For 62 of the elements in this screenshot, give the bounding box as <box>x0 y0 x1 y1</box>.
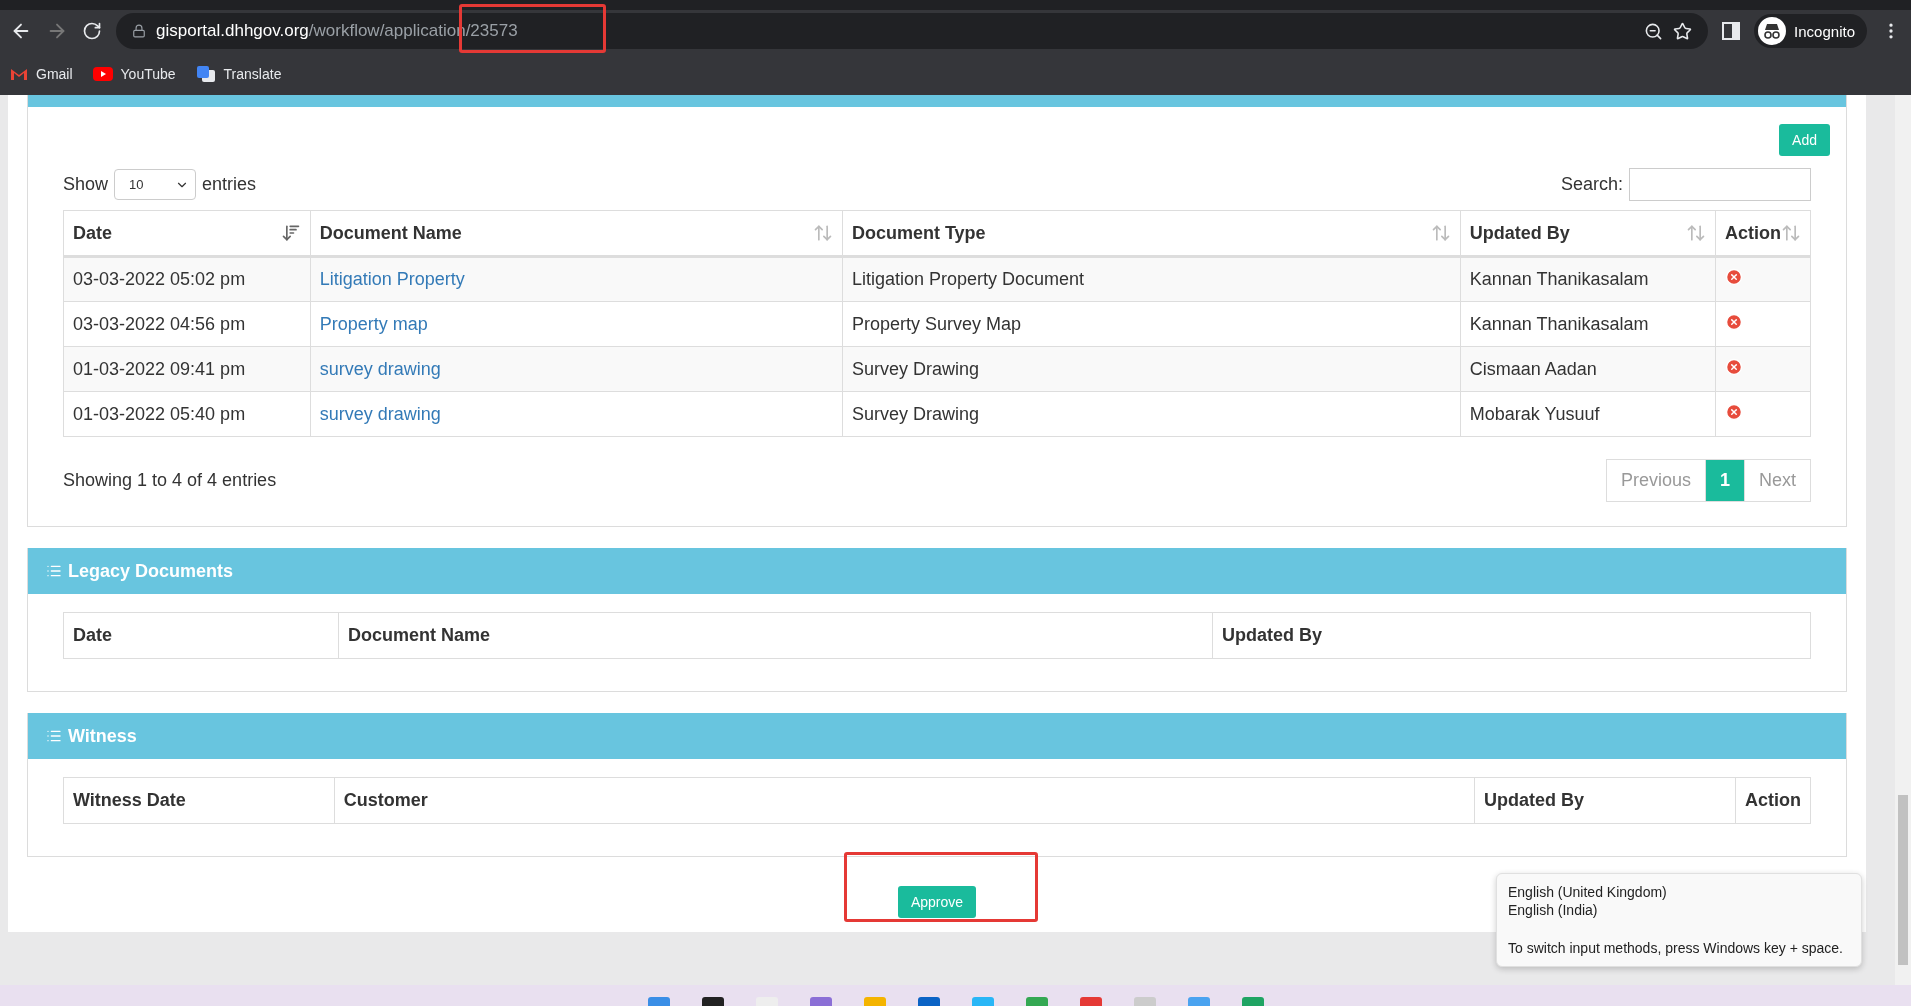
table-cell: Survey Drawing <box>842 346 1461 392</box>
document-link[interactable]: survey drawing <box>319 403 441 424</box>
tooltip-hint: To switch input methods, press Windows key + space. <box>1508 940 1844 956</box>
gmail-icon <box>10 66 28 81</box>
delete-icon[interactable] <box>1725 268 1743 286</box>
column-title: Document Type <box>851 222 986 244</box>
language-name: English (India) <box>1508 902 1599 918</box>
card-title: Witness <box>68 725 137 747</box>
column-header: Customer <box>334 777 1475 824</box>
zoom-icon[interactable] <box>1644 21 1664 41</box>
delete-icon[interactable] <box>1725 402 1743 421</box>
delete-icon[interactable] <box>1725 312 1743 331</box>
column-title: Date <box>73 222 112 244</box>
list-icon <box>46 563 62 579</box>
column-header: Witness Date <box>63 777 335 824</box>
table-cell: 03-03-2022 04:56 pm <box>63 301 311 347</box>
list-icon <box>46 728 62 744</box>
column-header: Date <box>63 612 339 659</box>
table-cell: 01-03-2022 09:41 pm <box>63 346 311 392</box>
side-panel-icon[interactable] <box>1722 22 1741 40</box>
column-title: Document Name <box>319 222 462 244</box>
entries-label: entries <box>202 174 257 195</box>
translate-icon <box>195 64 216 83</box>
language-name: English (United Kingdom) <box>1508 884 1668 900</box>
reload-icon[interactable] <box>82 21 102 41</box>
bookmark-link[interactable]: Gmail <box>10 65 73 82</box>
search-field[interactable] <box>1629 168 1811 201</box>
table-cell: Survey Drawing <box>842 391 1461 437</box>
table-cell: 01-03-2022 05:40 pm <box>63 391 311 437</box>
url-text: gisportal.dhhgov.org <box>156 21 309 41</box>
column-header: Updated By <box>1474 777 1736 824</box>
card-title: Legacy Documents <box>68 560 234 582</box>
sort-icon[interactable] <box>280 223 301 243</box>
column-title: Action <box>1725 222 1781 244</box>
scrollbar-thumb[interactable] <box>1898 795 1908 965</box>
bookmark-link[interactable]: Translate <box>195 64 282 83</box>
show-label: Show <box>63 174 109 195</box>
table-cell: Kannan Thanikasalam <box>1460 256 1716 302</box>
table-cell: Litigation Property Document <box>842 256 1461 302</box>
delete-icon[interactable] <box>1725 357 1743 376</box>
table-cell: Cismaan Aadan <box>1460 346 1716 392</box>
table-cell: Kannan Thanikasalam <box>1460 301 1716 347</box>
document-link[interactable]: Property map <box>319 313 428 334</box>
taskbar-icon[interactable] <box>701 997 724 1006</box>
bookmark-link[interactable]: YouTube <box>92 65 176 82</box>
document-link[interactable]: survey drawing <box>319 358 441 379</box>
document-link[interactable]: Litigation Property <box>319 269 465 289</box>
search-label: Search: <box>1560 174 1623 195</box>
column-header: Updated By <box>1212 612 1811 659</box>
entries-info: Showing 1 to 4 of 4 entries <box>63 470 277 491</box>
bookmark-star-icon[interactable] <box>1673 21 1693 41</box>
page-size-select[interactable]: 10 <box>114 169 197 200</box>
column-header: Document Name <box>338 612 1213 659</box>
table-cell: Mobarak Yusuuf <box>1460 391 1716 437</box>
incognito-icon <box>1758 17 1787 45</box>
column-header: Action <box>1735 777 1811 824</box>
table-cell: 03-03-2022 05:02 pm <box>63 256 311 302</box>
lock-icon <box>132 24 146 38</box>
youtube-icon <box>92 66 113 81</box>
profile-button[interactable]: Incognito <box>1754 14 1867 48</box>
table-cell: Property Survey Map <box>842 301 1461 347</box>
column-title: Updated By <box>1469 222 1570 244</box>
